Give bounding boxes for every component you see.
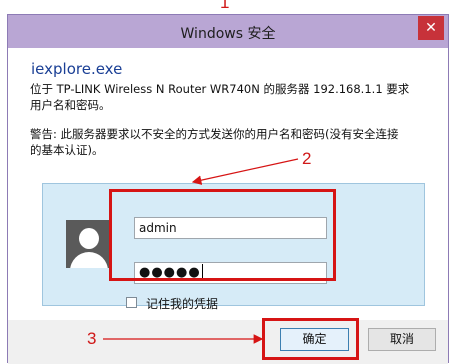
arrow-to-credentials <box>191 158 299 185</box>
annotation-step-2: 2 <box>302 149 312 168</box>
annotation-arrows <box>103 158 299 344</box>
annotation-step-3: 3 <box>87 329 97 348</box>
